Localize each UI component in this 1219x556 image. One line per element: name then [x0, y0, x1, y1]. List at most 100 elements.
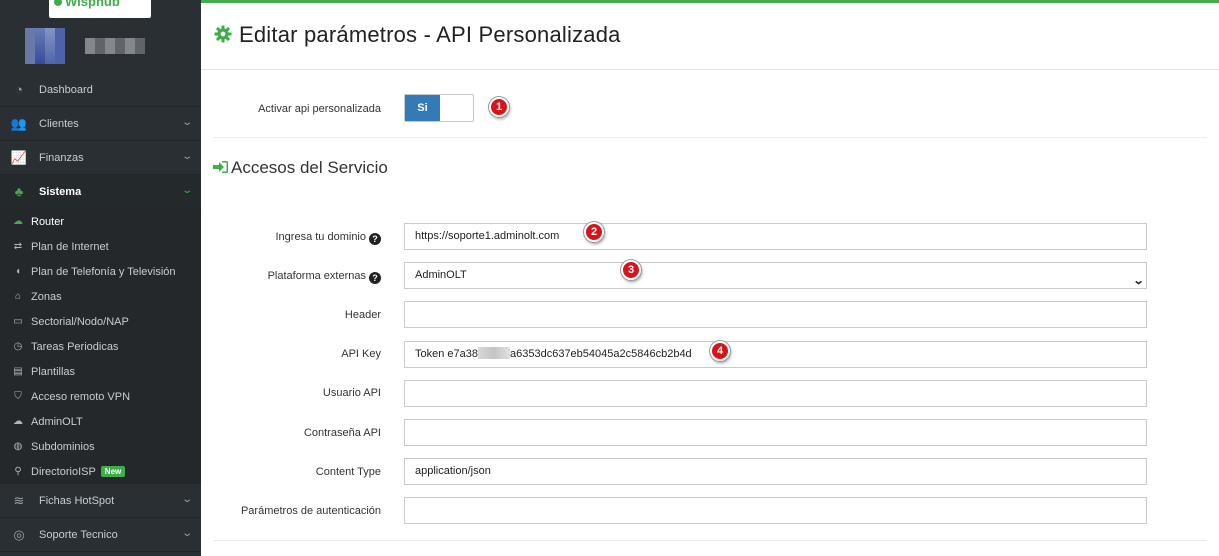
- api-key-input[interactable]: Token e7a38 a6353dc637eb54045a2c5846cb2b4…: [404, 341, 1147, 368]
- content-type-value: application/json: [415, 465, 491, 477]
- new-badge: New: [100, 466, 126, 477]
- question-circle-icon[interactable]: ?: [369, 272, 381, 284]
- sitemap-icon: ♣: [14, 184, 24, 199]
- page-header: Editar parámetros - API Personalizada: [201, 3, 1219, 70]
- chevron-down-icon: ⌄: [1132, 275, 1145, 287]
- sidebar-item-label: Clientes: [39, 117, 79, 130]
- avatar[interactable]: [25, 28, 65, 64]
- shield-icon: ⛉: [14, 391, 22, 402]
- submenu-item-plan-de-internet[interactable]: ⇄ Plan de Internet: [0, 234, 201, 259]
- platform-label: Plataforma externas?: [268, 270, 381, 284]
- submenu-item-label: Sectorial/Nodo/NAP: [31, 315, 129, 328]
- platform-value: AdminOLT: [415, 269, 467, 281]
- api-user-input[interactable]: [404, 380, 1147, 407]
- api-user-label: Usuario API: [322, 387, 381, 399]
- users-icon: 👥: [10, 115, 28, 131]
- support-icon: ◎: [13, 526, 25, 542]
- submenu-item-zonas[interactable]: ⌂ Zonas: [0, 284, 201, 309]
- submenu-item-adminolt[interactable]: ☁ AdminOLT: [0, 409, 201, 434]
- sidebar-item-finanzas[interactable]: 📈 Finanzas ⌄: [0, 141, 201, 175]
- submenu-item-label: Subdominios: [31, 440, 95, 453]
- sidebar-item-fichas-hotspot[interactable]: ≋ Fichas HotSpot ⌄: [0, 484, 201, 518]
- domain-value: https://soporte1.adminolt.com: [415, 230, 560, 242]
- globe-icon: ◍: [13, 441, 23, 452]
- submenu-item-sectorial-nodo-nap[interactable]: ▭ Sectorial/Nodo/NAP: [0, 309, 201, 334]
- sign-in-icon: [213, 161, 228, 173]
- section-title: Accesos del Servicio: [231, 158, 388, 177]
- sidebar-item-label: Fichas HotSpot: [39, 494, 115, 507]
- header-input[interactable]: [404, 301, 1147, 328]
- annotation-marker-1: 1: [489, 97, 509, 117]
- cloud-icon: ☁: [13, 216, 23, 227]
- submenu-item-label: Plantillas: [31, 365, 76, 378]
- activate-label: Activar api personalizada: [258, 103, 381, 115]
- page-title: Editar parámetros - API Personalizada: [239, 22, 621, 47]
- content-type-input[interactable]: application/json: [404, 458, 1147, 485]
- api-password-input[interactable]: [404, 419, 1147, 446]
- annotation-marker-2: 2: [584, 222, 604, 242]
- username-redacted: [85, 38, 145, 54]
- sidebar: Wisphub ◔ Dashboard 👥 Clientes ⌄ 📈 Finanzas ⌄ ♣ S…: [0, 0, 201, 556]
- submenu-item-plantillas[interactable]: ▤ Plantillas: [0, 359, 201, 384]
- submenu-item-label: Tareas Periodicas: [31, 340, 119, 353]
- chevron-down-icon: ⌄: [180, 117, 193, 128]
- brand-logo[interactable]: Wisphub: [49, 0, 151, 18]
- sidebar-item-label: Sistema: [39, 185, 82, 198]
- clock-icon: ◷: [13, 341, 23, 352]
- sistema-submenu: ☁ Router ⇄ Plan de Internet ◖ Plan de Telefon…: [0, 209, 201, 484]
- home-icon: ⌂: [14, 291, 22, 302]
- submenu-item-subdominios[interactable]: ◍ Subdominios: [0, 434, 201, 459]
- gear-icon: [214, 25, 232, 43]
- divider: [213, 540, 1207, 541]
- domain-label: Ingresa tu dominio?: [276, 231, 381, 245]
- chevron-down-icon: ⌄: [180, 151, 193, 162]
- chevron-down-icon: ⌄: [180, 494, 193, 505]
- submenu-item-label: AdminOLT: [31, 415, 83, 428]
- sidebar-menu: ◔ Dashboard 👥 Clientes ⌄ 📈 Finanzas ⌄ ♣ Sistema ⌄ ☁…: [0, 73, 201, 552]
- sidebar-item-soporte-tecnico[interactable]: ◎ Soporte Tecnico ⌄: [0, 518, 201, 552]
- submenu-item-label: Plan de Internet: [31, 240, 109, 253]
- volume-icon: ◖: [14, 266, 22, 277]
- submenu-item-directorioisp[interactable]: ⚲ DirectorioISP New: [0, 459, 201, 484]
- submenu-item-label: Plan de Telefonía y Televisión: [31, 265, 176, 278]
- exchange-icon: ⇄: [13, 241, 23, 252]
- file-icon: ▤: [13, 366, 23, 377]
- annotation-marker-4: 4: [710, 341, 730, 361]
- submenu-item-tareas-periodicas[interactable]: ◷ Tareas Periodicas: [0, 334, 201, 359]
- sidebar-item-label: Finanzas: [39, 151, 84, 164]
- redacted-segment: [478, 347, 510, 359]
- header-label: Header: [344, 309, 381, 321]
- toggle-on-state: Si: [405, 95, 440, 121]
- chevron-down-icon: ⌄: [180, 185, 193, 196]
- activate-api-toggle[interactable]: Si: [404, 94, 474, 122]
- submenu-item-plan-de-telefonia-y-television[interactable]: ◖ Plan de Telefonía y Televisión: [0, 259, 201, 284]
- api-password-label: Contraseña API: [303, 427, 381, 439]
- domain-input[interactable]: https://soporte1.adminolt.com: [404, 223, 1147, 250]
- divider: [213, 137, 1207, 138]
- dashboard-icon: ◔: [15, 82, 23, 97]
- auth-params-input[interactable]: [404, 497, 1147, 524]
- logo-mark: [54, 0, 62, 6]
- submenu-item-acceso-remoto-vpn[interactable]: ⛉ Acceso remoto VPN: [0, 384, 201, 409]
- sidebar-item-dashboard[interactable]: ◔ Dashboard: [0, 73, 201, 107]
- sidebar-item-clientes[interactable]: 👥 Clientes ⌄: [0, 107, 201, 141]
- submenu-item-router[interactable]: ☁ Router: [0, 209, 201, 234]
- sidebar-item-sistema[interactable]: ♣ Sistema ⌄: [0, 175, 201, 209]
- chart-line-icon: 📈: [10, 149, 28, 165]
- annotation-marker-3: 3: [621, 260, 641, 280]
- sidebar-item-label: Dashboard: [39, 83, 93, 96]
- wifi-icon: ≋: [13, 492, 25, 508]
- main-content: Editar parámetros - API Personalizada Ac…: [201, 3, 1219, 556]
- api-key-label: API Key: [341, 348, 381, 360]
- platform-select[interactable]: AdminOLT ⌄: [404, 262, 1147, 289]
- api-key-prefix: Token e7a38: [415, 348, 478, 360]
- content-type-label: Content Type: [315, 466, 381, 478]
- question-circle-icon[interactable]: ?: [369, 233, 381, 245]
- api-key-suffix: a6353dc637eb54045a2c5846cb2b4d: [510, 348, 692, 360]
- submenu-item-label: DirectorioISP: [31, 465, 96, 478]
- submenu-item-label: Router: [31, 215, 65, 228]
- sidebar-item-label: Soporte Tecnico: [39, 528, 118, 541]
- chevron-down-icon: ⌄: [180, 528, 193, 539]
- auth-params-label: Parámetros de autenticación: [240, 505, 381, 517]
- brand-name: Wisphub: [65, 0, 120, 9]
